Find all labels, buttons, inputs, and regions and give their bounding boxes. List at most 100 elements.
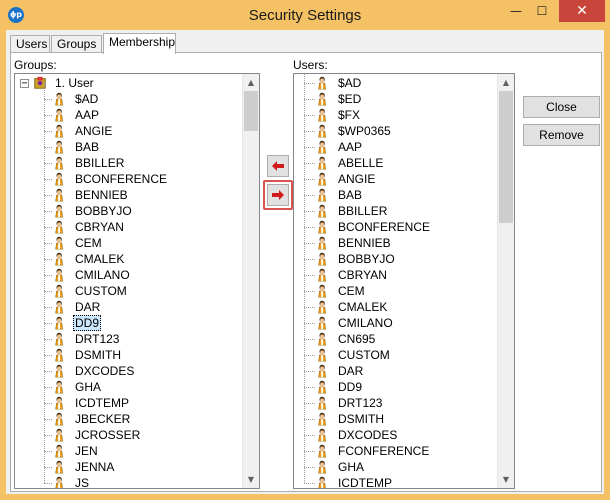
list-item-label: GHA xyxy=(338,460,365,474)
person-icon xyxy=(318,412,326,426)
list-item-label: BOBBYJO xyxy=(75,204,132,218)
list-item-label: AAP xyxy=(338,140,363,154)
add-to-group-button[interactable] xyxy=(267,155,289,177)
maximize-icon[interactable]: ☐ xyxy=(529,0,555,22)
list-item-label: CBRYAN xyxy=(75,220,124,234)
list-item-label: CMALEK xyxy=(75,252,125,266)
person-icon xyxy=(55,428,63,442)
person-icon xyxy=(318,428,326,442)
groups-tree[interactable]: − 1. User $AD AAP ANGIE BAB BBILLER BCONFEREN… xyxy=(14,73,260,489)
collapse-icon[interactable]: − xyxy=(20,79,29,89)
person-icon xyxy=(55,396,63,410)
tree-line xyxy=(44,291,52,292)
list-item-label: DD9 xyxy=(338,380,363,394)
list-item-label: ANGIE xyxy=(75,124,113,138)
person-icon xyxy=(318,252,326,266)
list-item-label: BOBBYJO xyxy=(338,252,395,266)
list-item-label: $FX xyxy=(338,108,361,122)
tree-line xyxy=(44,371,52,372)
person-icon xyxy=(318,124,326,138)
tree-line xyxy=(44,83,45,483)
person-icon xyxy=(318,444,326,458)
close-window-icon[interactable]: ✕ xyxy=(559,0,605,22)
list-item-label: $ED xyxy=(338,92,362,106)
tree-line xyxy=(44,339,52,340)
tree-line xyxy=(44,115,52,116)
title-bar[interactable]: ɸp Security Settings — ☐ ✕ xyxy=(0,0,610,30)
list-item-label: CMILANO xyxy=(75,268,130,282)
list-item-label: JBECKER xyxy=(75,412,131,426)
list-item-label: ICDTEMP xyxy=(75,396,129,410)
list-item-label: BCONFERENCE xyxy=(75,172,168,186)
tree-line xyxy=(304,243,315,244)
list-item-label: BCONFERENCE xyxy=(338,220,431,234)
list-item-label: FCONFERENCE xyxy=(338,444,430,458)
list-item-label: CEM xyxy=(75,236,102,250)
users-scrollbar[interactable]: ▲ ▼ xyxy=(497,74,514,488)
tab-groups[interactable]: Groups xyxy=(51,35,102,53)
tree-line xyxy=(44,259,52,260)
list-item-label: CN695 xyxy=(338,332,376,346)
scroll-down-icon[interactable]: ▼ xyxy=(498,471,514,488)
move-to-users-button[interactable] xyxy=(267,184,289,206)
person-icon xyxy=(318,364,326,378)
person-icon xyxy=(55,156,63,170)
person-icon xyxy=(55,204,63,218)
tree-line xyxy=(44,387,52,388)
users-tree-content: $AD $ED $FX $WP0365 AAP ABELLE ANGIE BAB BBILLER… xyxy=(294,74,497,488)
person-icon xyxy=(55,460,63,474)
list-item-label: CMILANO xyxy=(338,316,393,330)
tree-line xyxy=(304,115,315,116)
person-icon xyxy=(55,412,63,426)
tree-line xyxy=(44,419,52,420)
person-icon xyxy=(55,316,63,330)
tree-line xyxy=(304,355,315,356)
tab-users[interactable]: Users xyxy=(10,35,50,53)
person-icon xyxy=(55,268,63,282)
tree-line xyxy=(304,307,315,308)
scroll-up-icon[interactable]: ▲ xyxy=(243,74,259,91)
tab-membership[interactable]: Membership xyxy=(103,33,176,54)
list-item-label: CBRYAN xyxy=(338,268,387,282)
tree-line xyxy=(44,131,52,132)
person-icon xyxy=(55,252,63,266)
scroll-down-icon[interactable]: ▼ xyxy=(243,471,259,488)
minimize-icon[interactable]: — xyxy=(503,0,529,22)
person-icon xyxy=(318,380,326,394)
tree-line xyxy=(44,355,52,356)
tree-line xyxy=(44,275,52,276)
tree-line xyxy=(304,179,315,180)
list-item-label: JEN xyxy=(75,444,98,458)
tree-root-label: 1. User xyxy=(55,76,94,90)
tree-line xyxy=(44,483,52,484)
person-icon xyxy=(318,92,326,106)
tree-line xyxy=(304,99,315,100)
person-icon xyxy=(318,316,326,330)
person-icon xyxy=(318,76,326,90)
list-item-label: $AD xyxy=(338,76,362,90)
person-icon xyxy=(318,348,326,362)
tree-line xyxy=(44,435,52,436)
remove-button[interactable]: Remove xyxy=(523,124,600,146)
users-tree[interactable]: $AD $ED $FX $WP0365 AAP ABELLE ANGIE BAB BBILLER… xyxy=(293,73,515,489)
tree-line xyxy=(304,291,315,292)
list-item-label: BBILLER xyxy=(338,204,388,218)
dialog-client-area: Users Groups Membership Groups: Users: −… xyxy=(6,30,604,494)
tree-line xyxy=(304,387,315,388)
scroll-thumb[interactable] xyxy=(499,91,513,223)
list-item-label: DAR xyxy=(75,300,101,314)
tree-line xyxy=(44,147,52,148)
tree-line xyxy=(304,147,315,148)
list-item-label: DXCODES xyxy=(338,428,398,442)
groups-scrollbar[interactable]: ▲ ▼ xyxy=(242,74,259,488)
person-icon xyxy=(55,380,63,394)
scroll-up-icon[interactable]: ▲ xyxy=(498,74,514,91)
scroll-thumb[interactable] xyxy=(244,91,258,131)
tree-line xyxy=(44,451,52,452)
person-icon xyxy=(318,476,326,488)
close-button[interactable]: Close xyxy=(523,96,600,118)
list-item-label: CUSTOM xyxy=(75,284,127,298)
groups-label: Groups: xyxy=(14,58,57,72)
list-item-label: DAR xyxy=(338,364,364,378)
arrow-left-icon xyxy=(272,161,284,171)
